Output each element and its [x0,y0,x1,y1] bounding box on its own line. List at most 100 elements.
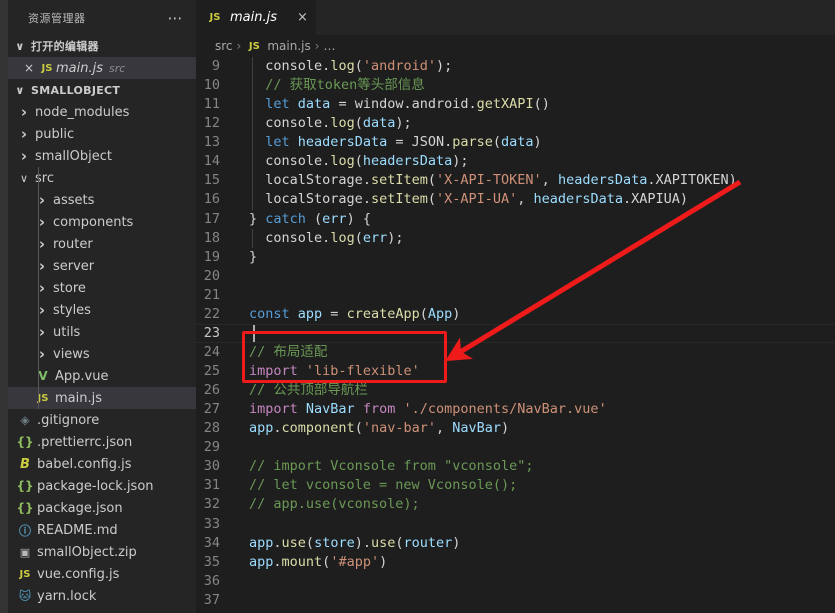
code-line[interactable]: 35 app.mount('#app') [196,553,835,572]
tree-item-views[interactable]: views [8,343,196,365]
chevron-right-icon[interactable] [34,259,50,274]
tree-item-label: styles [53,302,91,318]
open-editors-section-header[interactable]: 打开的编辑器 [8,35,196,57]
code-line[interactable]: 21 [196,286,835,305]
code-line[interactable]: 27 import NavBar from './components/NavBa… [196,400,835,419]
code-line[interactable]: 9 console.log('android'); [196,57,835,77]
chevron-right-icon[interactable] [16,105,32,120]
breadcrumb-item-src[interactable]: src [215,39,233,53]
indent-guide [252,76,253,96]
code-line[interactable]: 20 [196,267,835,286]
code-line[interactable]: 37 [196,591,835,610]
workspace-section-header[interactable]: SMALLOBJECT [8,79,196,101]
chevron-right-icon[interactable] [16,127,32,142]
token-var: err [362,229,388,246]
tree-item-router[interactable]: router [8,233,196,255]
line-number: 23 [203,324,220,341]
tree-item-babel-config-js[interactable]: Bbabel.config.js [8,453,196,475]
tree-item--gitignore[interactable]: ◈ .gitignore [8,409,196,431]
token-punct: ( [427,172,436,189]
code-line[interactable]: 28 app.component('nav-bar', NavBar) [196,419,835,438]
tree-item-readme-md[interactable]: ⓘ README.md [8,519,196,541]
tree-item-utils[interactable]: utils [8,321,196,343]
code-line[interactable]: 24 // 布局适配 [196,343,835,362]
tree-item-public[interactable]: public [8,123,196,145]
chevron-right-icon: › [236,39,242,53]
tree-item-smallobject[interactable]: smallObject [8,145,196,167]
close-icon[interactable]: × [20,61,38,75]
code-line[interactable]: 19} [196,248,835,267]
code-line[interactable]: 17} catch (err) { [196,210,835,229]
chevron-down-icon[interactable] [16,172,32,185]
code-line[interactable]: 16 localStorage.setItem('X-API-UA', head… [196,190,835,210]
tree-item-styles[interactable]: styles [8,299,196,321]
code-line[interactable]: 34 app.use(store).use(router) [196,534,835,553]
tree-item-assets[interactable]: assets [8,189,196,211]
tree-item-store[interactable]: store [8,277,196,299]
chevron-right-icon[interactable] [16,149,32,164]
chevron-right-icon[interactable] [34,193,50,208]
activity-bar[interactable] [0,0,8,613]
token-kw: let [265,134,290,151]
tree-item-app-vue[interactable]: V App.vue [8,365,196,387]
tree-item-package-json[interactable]: {} package.json [8,497,196,519]
tree-item-node-modules[interactable]: node_modules [8,101,196,123]
file-tree: node_modulespublic smallObject src assets co… [8,101,196,607]
tree-item-smallobject-zip[interactable]: ▣ smallObject.zip [8,541,196,563]
token-com: // let vconsole = new Vconsole(); [249,477,518,494]
code-line[interactable]: 31 // let vconsole = new Vconsole(); [196,476,835,495]
tree-item-vue-config-js[interactable]: JS vue.config.js [8,563,196,585]
token-var: headersData [533,191,623,208]
tree-item-yarn-lock[interactable]: 🐱 yarn.lock [8,585,196,607]
chevron-right-icon[interactable] [34,281,50,296]
tree-item-package-lock-json[interactable]: {} package-lock.json [8,475,196,497]
tree-item-main-js[interactable]: JS main.js [8,387,196,409]
token-punct: , [517,191,534,208]
chevron-down-icon [12,84,28,97]
md-file-icon: ⓘ [18,523,31,538]
code-line[interactable]: 32 // app.use(vconsole); [196,495,835,514]
token-punct: , [541,172,558,189]
tree-item-src[interactable]: src [8,167,196,189]
breadcrumb-item-overflow[interactable]: … [324,39,336,53]
line-number: 33 [203,515,220,532]
code-line[interactable]: 11 let data = window.android.getXAPI() [196,95,835,115]
code-line[interactable]: 36 [196,572,835,591]
code-line[interactable]: 26 // 公共顶部导航栏 [196,381,835,400]
code-text: let data = window.android.getXAPI() [240,95,550,114]
code-line[interactable]: 14 console.log(headersData); [196,152,835,172]
token-punct: . [273,553,282,570]
ellipsis-icon[interactable]: ⋯ [162,10,191,25]
code-line[interactable]: 25 import 'lib-flexible' [196,362,835,381]
code-line[interactable]: 18 console.log(err); [196,228,835,248]
code-viewport[interactable]: 9 console.log('android'); 10 // 获取token等头… [196,57,835,613]
tree-item-server[interactable]: server [8,255,196,277]
explorer-title: 资源管理器 [28,11,86,25]
code-line[interactable]: 23 [196,323,835,343]
tab-main-js[interactable]: JS main.js × [196,0,317,35]
token-punct: ( [354,115,363,132]
tree-item-label: App.vue [55,368,109,384]
chevron-right-icon[interactable] [34,237,50,252]
tree-item--prettierrc-json[interactable]: {} .prettierrc.json [8,431,196,453]
chevron-right-icon[interactable] [34,303,50,318]
chevron-right-icon[interactable] [34,325,50,340]
code-line[interactable]: 10 // 获取token等头部信息 [196,76,835,96]
code-line[interactable]: 33 [196,515,835,534]
chevron-right-icon[interactable] [34,215,50,230]
code-line[interactable]: 13 let headersData = JSON.parse(data) [196,133,835,153]
code-lines[interactable]: 9 console.log('android'); 10 // 获取token等头… [196,57,835,613]
close-icon[interactable]: × [283,10,308,25]
code-line[interactable]: 12 console.log(data); [196,114,835,134]
breadcrumb-item-main-js[interactable]: JS main.js [245,39,311,53]
code-line[interactable]: 22 const app = createApp(App) [196,305,835,324]
open-editor-item-main-js[interactable]: × JS main.js src [8,57,196,79]
token-punct: ) [452,305,461,322]
code-line[interactable]: 15 localStorage.setItem('X-API-TOKEN', h… [196,171,835,191]
chevron-right-icon[interactable] [34,347,50,362]
code-line[interactable]: 30 // import Vconsole from "vconsole"; [196,457,835,476]
code-line[interactable]: 29 [196,438,835,457]
tree-item-components[interactable]: components [8,211,196,233]
